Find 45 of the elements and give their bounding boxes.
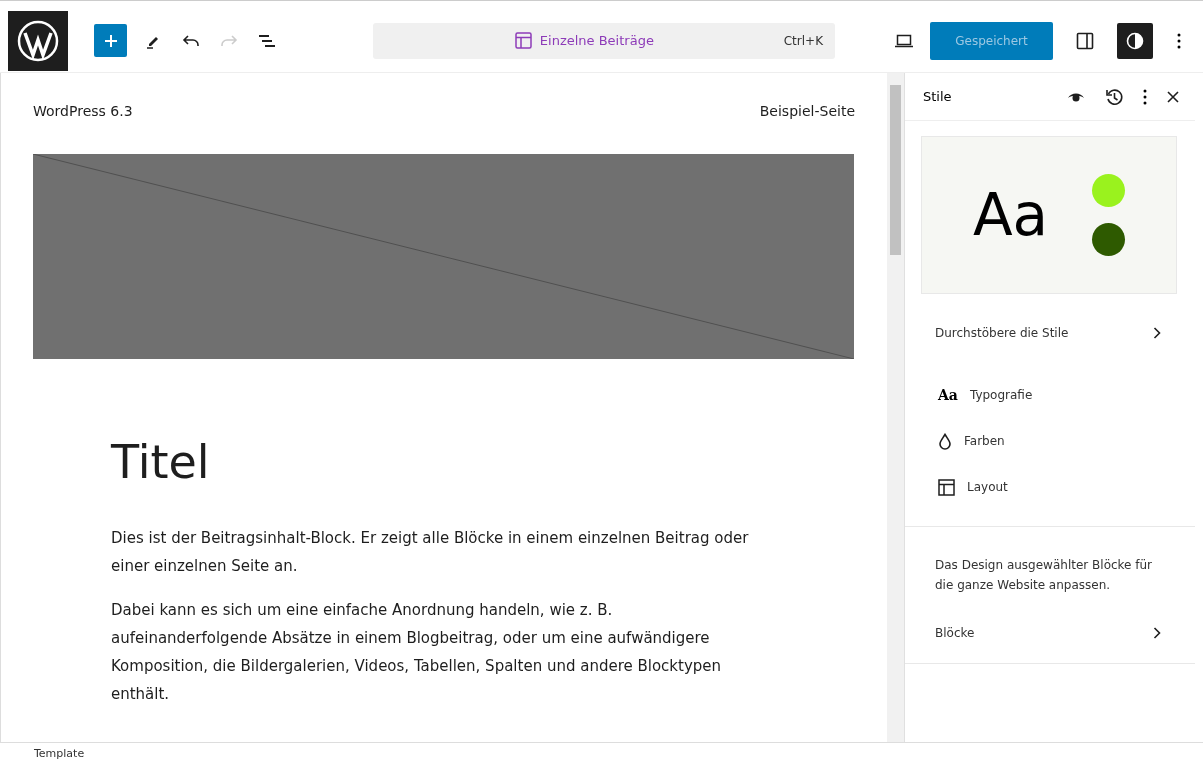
- paragraph: Dabei kann es sich um eine einfache Anordnung handeln, wie z. B. aufeinanderfolgende Absätze in einem Blogbeitrag, oder um eine aufwändigere Komposition, die Bildergalerien, Videos, Tabellen, Spalten und andere Blocktypen enthält.: [111, 599, 723, 705]
- logo-icon: [16, 18, 60, 63]
- contrast-icon: [1126, 31, 1144, 50]
- chevron-icon: [1153, 627, 1161, 639]
- plus-icon: [103, 33, 118, 48]
- item-label: Layout: [967, 480, 1008, 494]
- browse-label: Durchstöbere die Stile: [935, 326, 1069, 340]
- styles-menu-item[interactable]: Farben: [905, 418, 1195, 464]
- scrollbar[interactable]: [887, 73, 904, 742]
- styles-button[interactable]: [1117, 22, 1153, 59]
- shortcut-label: Ctrl+K: [783, 33, 823, 48]
- paragraph: Dies ist der Beitragsinhalt-Block. Er zeigt alle Blöcke in einem einzelnen Beitrag oder einer einzelnen Seite an.: [111, 527, 750, 577]
- command-label: Einzelne Beiträge: [539, 33, 654, 48]
- wordpress-logo[interactable]: [8, 10, 68, 71]
- post-title: Titel: [111, 437, 211, 488]
- chevron-icon: [1153, 327, 1161, 339]
- panel-title: Stile: [923, 89, 953, 104]
- style-preview[interactable]: Aa: [921, 136, 1177, 294]
- close-icon[interactable]: [1167, 90, 1179, 103]
- sidebar-icon: [1076, 31, 1094, 50]
- laptop-icon: [894, 33, 914, 48]
- blocks-item[interactable]: Blöcke: [905, 613, 1195, 653]
- blocks-hint: Das Design ausgewählter Blöcke für die ganze Website anpassen.: [935, 557, 1154, 594]
- site-title: WordPress 6.3: [33, 103, 133, 119]
- list-icon: [258, 33, 276, 48]
- undo-icon: [182, 33, 200, 48]
- nav-link[interactable]: Beispiel-Seite: [759, 103, 855, 119]
- more-icon[interactable]: [1143, 88, 1147, 105]
- styles-menu-item[interactable]: Aa Typografie: [905, 372, 1195, 418]
- browse-styles-item[interactable]: Durchstöbere die Stile: [905, 294, 1195, 372]
- more-icon: [1177, 32, 1181, 49]
- item-label: Typografie: [969, 388, 1033, 402]
- droplet-icon: [938, 432, 952, 450]
- template-icon: [514, 32, 532, 49]
- command-bar[interactable]: Einzelne Beiträge Ctrl+K: [373, 22, 835, 59]
- layout-icon: [938, 478, 955, 496]
- blocks-label: Blöcke: [935, 626, 975, 640]
- item-label: Farben: [964, 434, 1005, 448]
- add-block-button[interactable]: [94, 24, 127, 57]
- styles-menu-item[interactable]: Layout: [905, 464, 1195, 510]
- typography-icon: Aa: [938, 387, 958, 403]
- breadcrumb[interactable]: Template: [34, 746, 85, 760]
- history-icon[interactable]: [1105, 87, 1123, 106]
- preview-text: Aa: [972, 181, 1049, 249]
- redo-icon: [220, 33, 238, 48]
